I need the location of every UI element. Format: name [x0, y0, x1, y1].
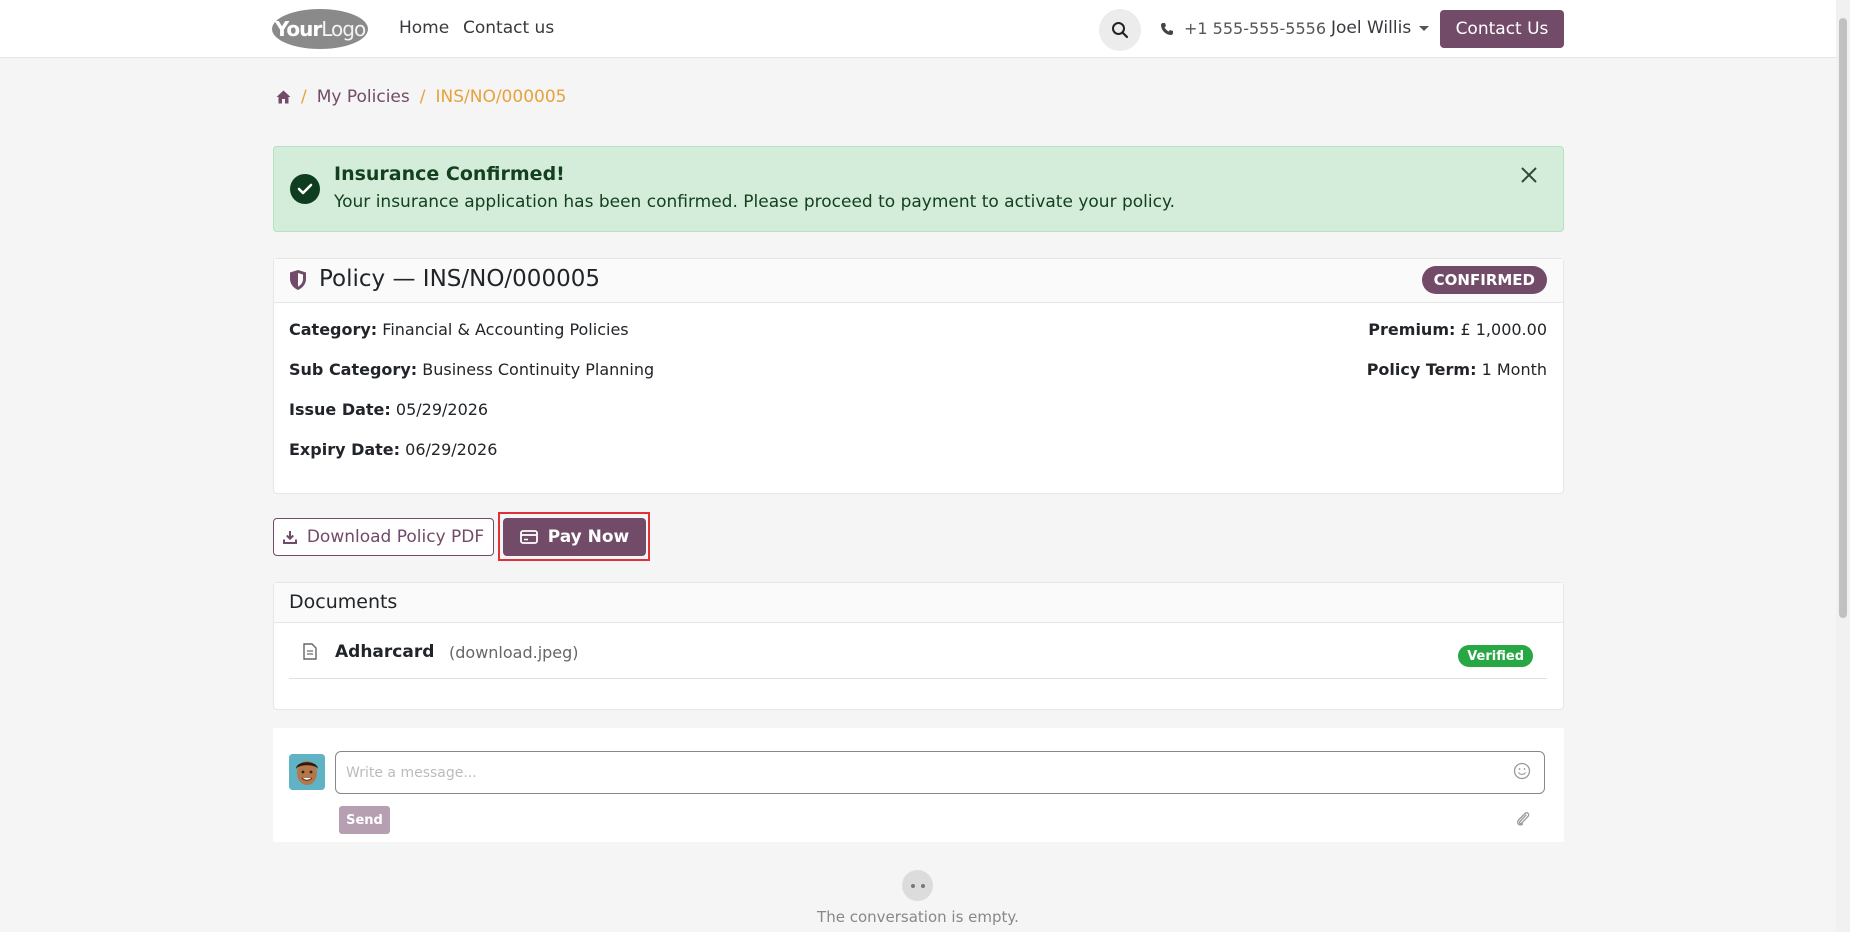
issue-date-value: 05/29/2026 — [395, 400, 489, 419]
emoji-icon[interactable] — [1513, 762, 1531, 780]
logo-text: Your — [274, 17, 322, 41]
category-label: Category: — [289, 320, 378, 339]
scrollbar-thumb[interactable] — [1839, 18, 1847, 618]
premium-label: Premium: — [1368, 320, 1456, 339]
alert-message: Your insurance application has been conf… — [334, 192, 1175, 212]
logo-text-2: Logo — [321, 17, 366, 41]
empty-conversation-text: The conversation is empty. — [817, 908, 1019, 926]
breadcrumb-separator: / — [419, 87, 426, 107]
category-value: Financial & Accounting Policies — [382, 320, 629, 339]
shield-icon — [290, 270, 306, 290]
message-input[interactable] — [335, 751, 1545, 794]
category-field: Category: Financial & Accounting Policie… — [289, 320, 629, 339]
breadcrumb-current: INS/NO/000005 — [435, 87, 567, 107]
check-circle-icon — [290, 174, 320, 204]
top-navbar: Your Logo Home Contact us +1 555-555-5556… — [0, 0, 1836, 58]
verified-badge: Verified — [1458, 645, 1533, 667]
home-icon[interactable] — [276, 90, 291, 104]
documents-card: Documents Adharcard (download.jpeg) Veri… — [273, 582, 1564, 710]
premium-field: Premium: £ 1,000.00 — [1368, 320, 1547, 339]
download-icon — [282, 531, 297, 544]
phone-icon — [1161, 22, 1173, 35]
policy-term-field: Policy Term: 1 Month — [1367, 360, 1547, 379]
search-icon — [1112, 22, 1129, 39]
expiry-date-label: Expiry Date: — [289, 440, 401, 459]
close-icon — [1521, 167, 1537, 183]
document-row[interactable]: Adharcard (download.jpeg) Verified — [289, 623, 1547, 679]
expiry-date-value: 06/29/2026 — [405, 440, 498, 459]
success-alert: Insurance Confirmed! Your insurance appl… — [273, 146, 1564, 232]
expiry-date-field: Expiry Date: 06/29/2026 — [289, 440, 497, 459]
credit-card-icon — [519, 530, 538, 544]
issue-date-label: Issue Date: — [289, 400, 391, 419]
subcategory-label: Sub Category: — [289, 360, 418, 379]
phone-link[interactable]: +1 555-555-5556 — [1160, 19, 1326, 38]
document-filename: (download.jpeg) — [449, 643, 579, 662]
search-button[interactable] — [1099, 9, 1141, 51]
breadcrumb-separator: / — [301, 87, 307, 107]
user-menu[interactable]: Joel Willis — [1331, 18, 1430, 38]
subcategory-field: Sub Category: Business Continuity Planni… — [289, 360, 654, 379]
logo[interactable]: Your Logo — [272, 9, 368, 49]
nav-home[interactable]: Home — [399, 18, 449, 38]
page-scrollbar[interactable] — [1836, 0, 1850, 932]
phone-number: +1 555-555-5556 — [1184, 19, 1327, 38]
nav-contact-us[interactable]: Contact us — [463, 18, 554, 38]
premium-value: £ 1,000.00 — [1460, 320, 1547, 339]
contact-us-button[interactable]: Contact Us — [1440, 10, 1564, 48]
policy-card-header: Policy — INS/NO/000005 CONFIRMED — [274, 259, 1563, 303]
issue-date-field: Issue Date: 05/29/2026 — [289, 400, 488, 419]
document-name[interactable]: Adharcard — [335, 642, 434, 662]
pay-now-label: Pay Now — [547, 527, 630, 547]
policy-term-value: 1 Month — [1481, 360, 1547, 379]
breadcrumb-my-policies[interactable]: My Policies — [317, 87, 410, 107]
alert-title: Insurance Confirmed! — [334, 163, 565, 185]
breadcrumb: / My Policies / INS/NO/000005 — [276, 87, 566, 107]
download-label: Download Policy PDF — [306, 527, 485, 547]
documents-title: Documents — [274, 583, 1563, 623]
chatter-composer: Send — [273, 728, 1564, 842]
user-name: Joel Willis — [1331, 18, 1412, 38]
policy-card: Policy — INS/NO/000005 CONFIRMED Categor… — [273, 258, 1564, 494]
file-icon — [303, 643, 317, 660]
paperclip-icon[interactable] — [1515, 810, 1531, 828]
send-button[interactable]: Send — [339, 806, 390, 834]
chevron-down-icon — [1419, 25, 1430, 31]
close-button[interactable] — [1519, 165, 1541, 187]
subcategory-value: Business Continuity Planning — [422, 360, 655, 379]
avatar — [289, 754, 325, 790]
status-badge: CONFIRMED — [1421, 266, 1547, 294]
policy-title: Policy — INS/NO/000005 — [319, 266, 600, 292]
empty-conversation-icon — [902, 870, 933, 901]
pay-now-button[interactable]: Pay Now — [503, 518, 646, 556]
download-policy-pdf-button[interactable]: Download Policy PDF — [273, 518, 494, 556]
policy-term-label: Policy Term: — [1366, 360, 1477, 379]
